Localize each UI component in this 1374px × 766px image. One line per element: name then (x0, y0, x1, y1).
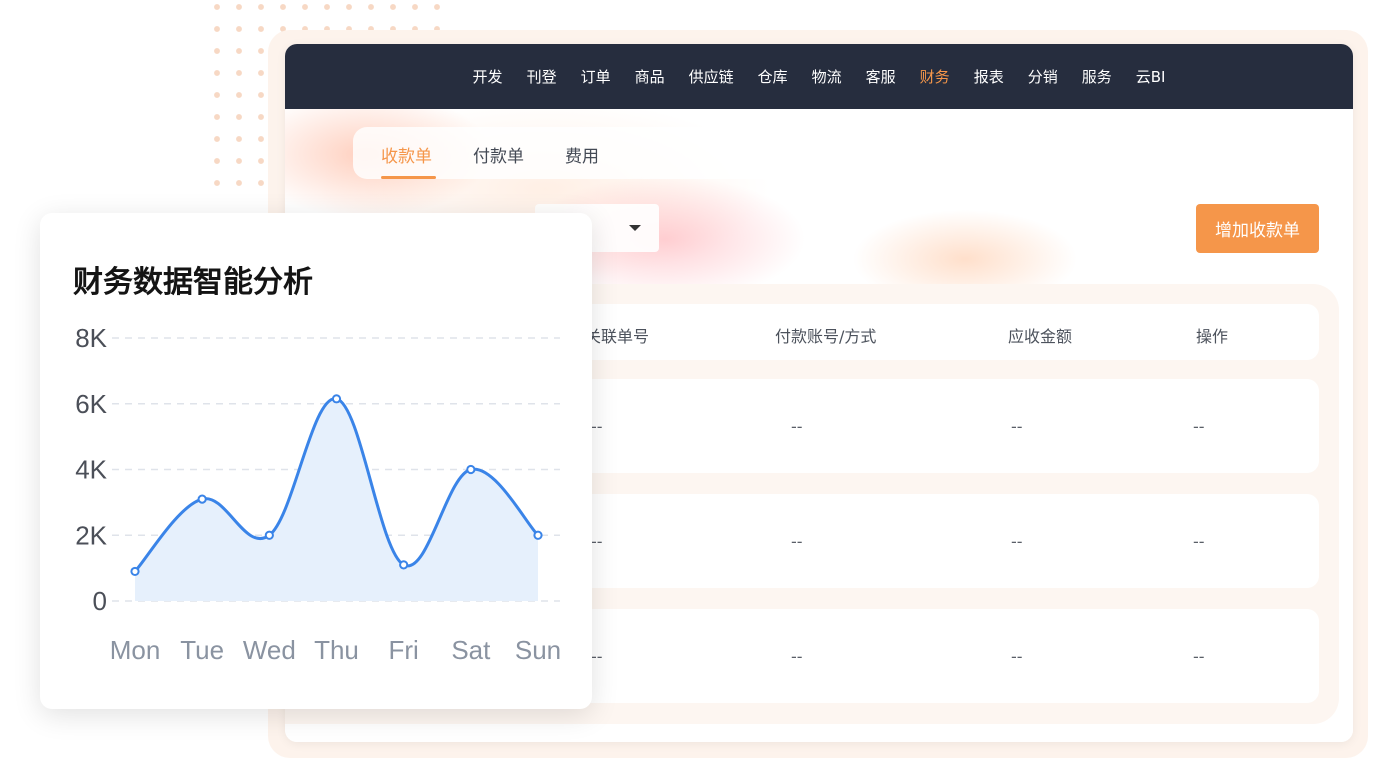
top-navigation: 开发 刊登 订单 商品 供应链 仓库 物流 客服 财务 报表 分销 服务 云BI (285, 44, 1353, 109)
sub-tabs: 收款单 付款单 费用 (353, 127, 1053, 179)
nav-item[interactable]: 分销 (1028, 66, 1058, 87)
tab-payments[interactable]: 付款单 (473, 142, 524, 167)
nav-item[interactable]: 财务 (920, 66, 950, 87)
x-tick-label: Mon (110, 635, 161, 665)
column-header: 操作 (1196, 327, 1229, 346)
nav-item[interactable]: 服务 (1082, 66, 1112, 87)
data-point (331, 394, 342, 404)
x-tick-label: Wed (243, 635, 296, 665)
y-tick-label: 0 (93, 586, 107, 616)
column-header: 付款账号/方式 (775, 327, 877, 346)
x-tick-label: Fri (389, 635, 419, 665)
table-cell: -- (791, 417, 803, 436)
table-cell: -- (1193, 417, 1205, 436)
table-cell: -- (1193, 647, 1205, 666)
x-tick-label: Thu (314, 635, 359, 665)
column-header: 关联单号 (585, 327, 650, 346)
nav-item[interactable]: 供应链 (689, 66, 734, 87)
nav-item[interactable]: 商品 (635, 66, 665, 87)
nav-item[interactable]: 开发 (473, 66, 503, 87)
x-tick-label: Tue (180, 635, 224, 665)
y-tick-label: 8K (75, 323, 107, 353)
area-chart: 0 2K 4K 6K 8K Mon Tue Wed Thu Fri Sat Sun (75, 323, 561, 665)
caret-down-icon (629, 225, 641, 231)
table-cell: -- (591, 417, 603, 436)
tab-expenses[interactable]: 费用 (565, 142, 599, 167)
data-point (130, 566, 140, 577)
nav-item[interactable]: 仓库 (758, 66, 788, 87)
table-cell: -- (791, 647, 803, 666)
data-point (197, 494, 207, 504)
nav-item[interactable]: 订单 (581, 66, 611, 87)
nav-item[interactable]: 刊登 (527, 66, 557, 87)
table-cell: -- (1011, 417, 1023, 436)
table-cell: -- (1011, 532, 1023, 551)
table-cell: -- (1193, 532, 1205, 551)
y-tick-label: 2K (75, 520, 107, 550)
data-point (533, 530, 543, 540)
add-receipt-button[interactable]: 增加收款单 (1196, 204, 1319, 253)
nav-item[interactable]: 物流 (812, 66, 842, 87)
table-cell: -- (591, 532, 603, 551)
y-tick-label: 4K (75, 455, 107, 485)
column-header: 应收金额 (1008, 327, 1073, 346)
tab-receipts[interactable]: 收款单 (381, 142, 432, 167)
data-point (399, 560, 409, 570)
nav-item[interactable]: 云BI (1136, 66, 1166, 87)
table-cell: -- (791, 532, 803, 551)
nav-item[interactable]: 客服 (866, 66, 896, 87)
table-cell: -- (591, 647, 603, 666)
table-cell: -- (1011, 647, 1023, 666)
nav-item[interactable]: 报表 (974, 66, 1004, 87)
y-tick-label: 6K (75, 389, 107, 419)
active-tab-underline (381, 176, 436, 179)
data-point (466, 464, 476, 475)
x-tick-label: Sat (451, 635, 491, 665)
x-tick-label: Sun (515, 635, 561, 665)
series-area (135, 398, 538, 601)
chart-card: 财务数据智能分析 0 2K 4K 6K 8K Mon Tue Wed Thu Fri Sat Sun (40, 213, 592, 709)
data-point (264, 530, 274, 540)
